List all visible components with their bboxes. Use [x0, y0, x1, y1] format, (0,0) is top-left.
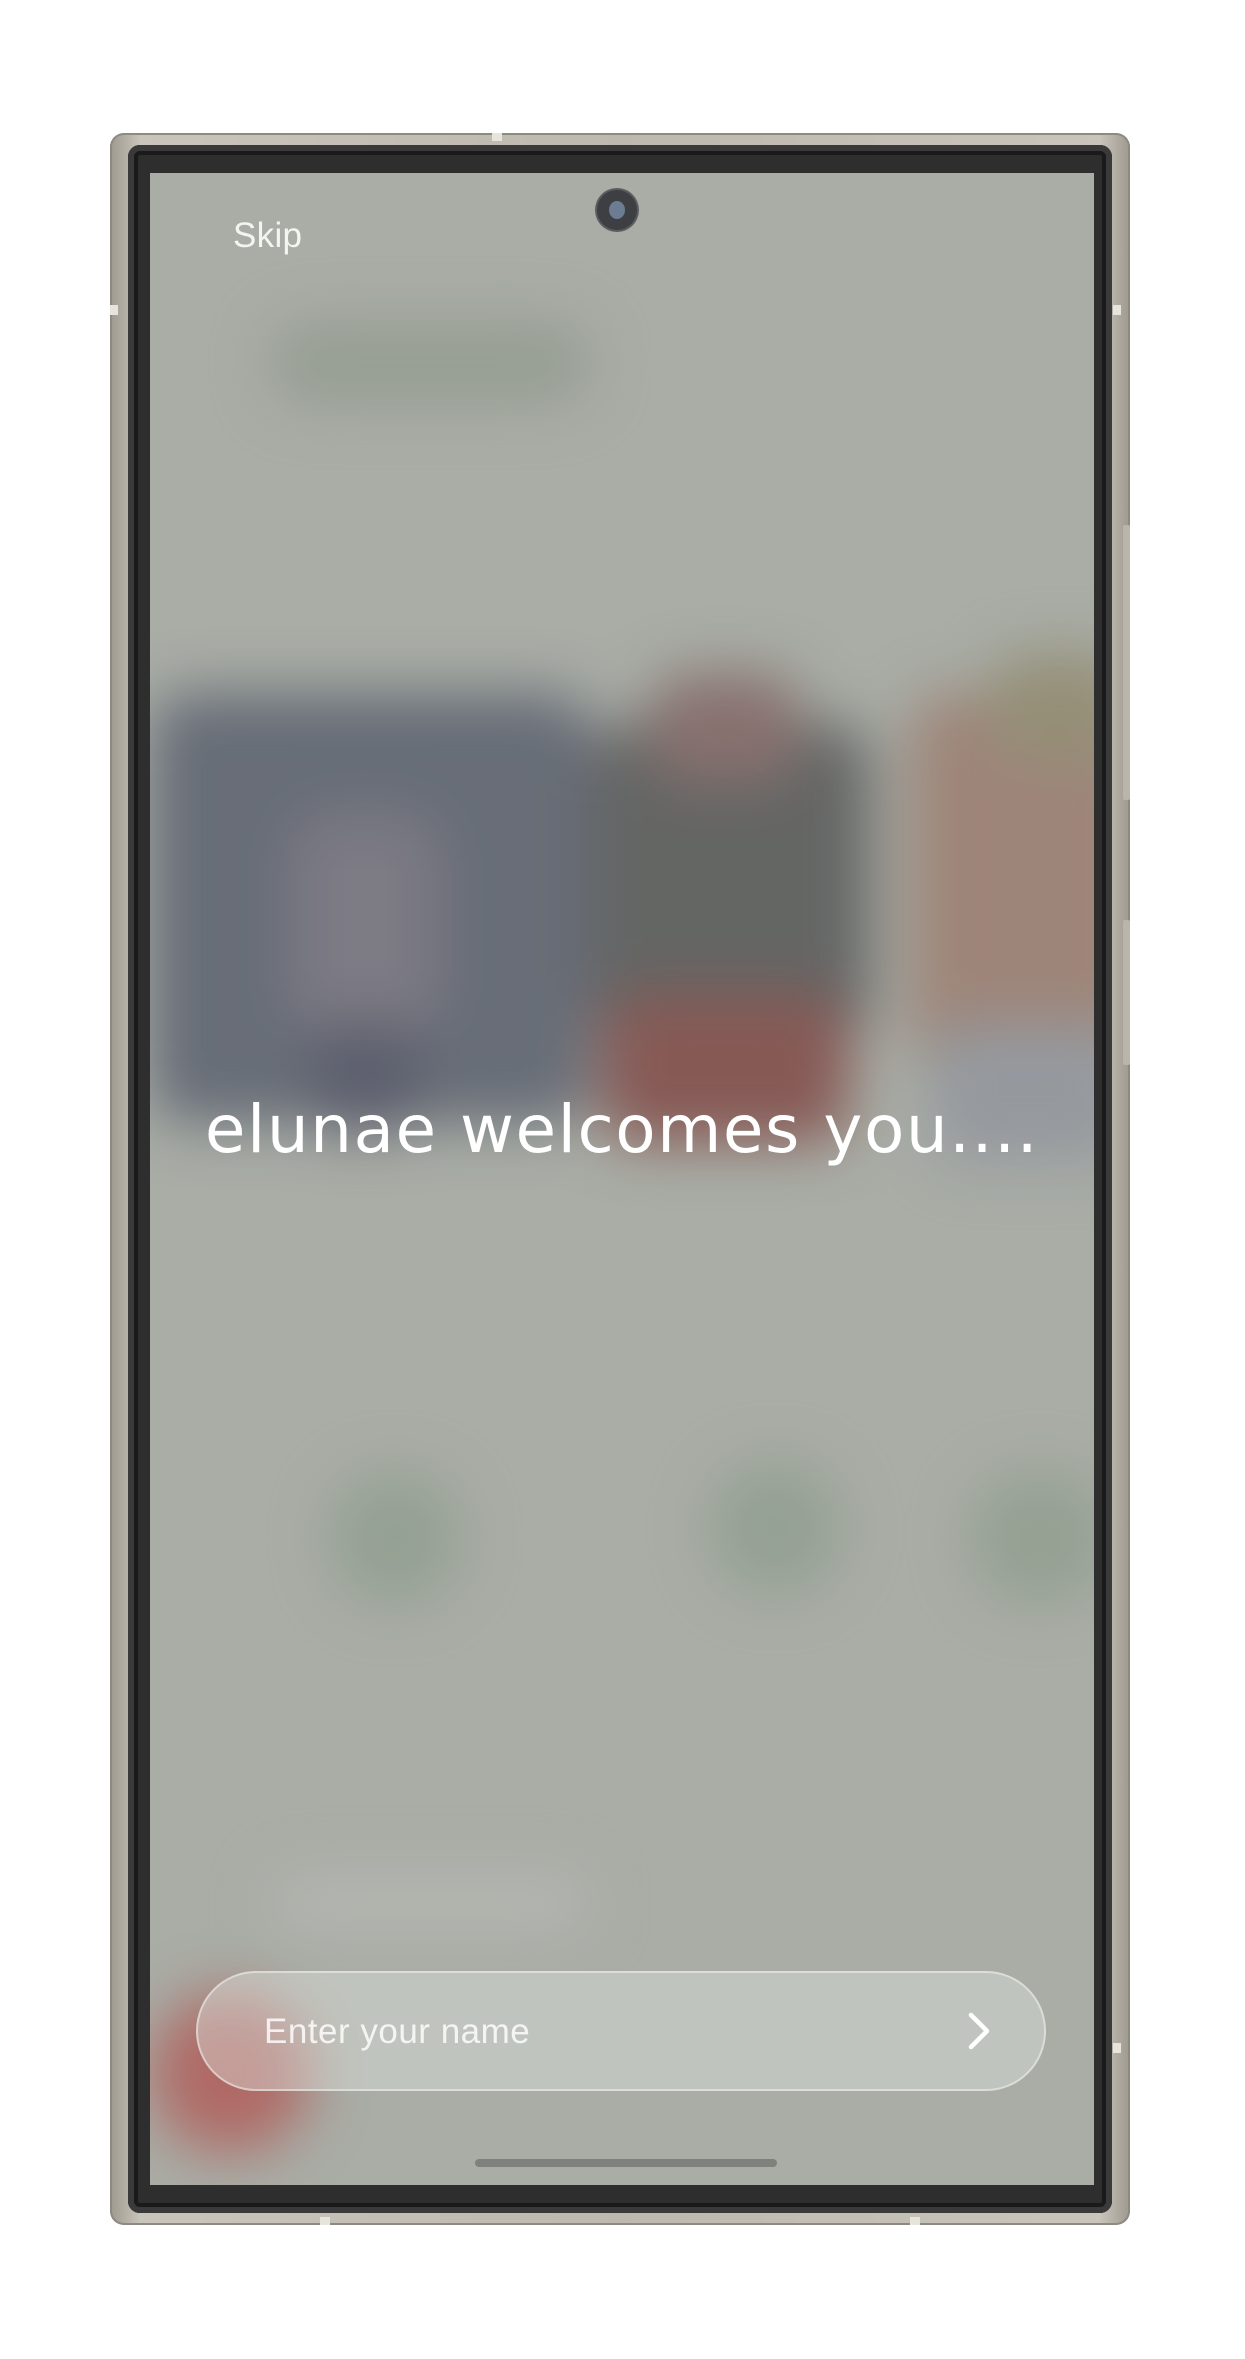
frame-seam: [492, 133, 502, 141]
app-screen: Skip elunae welcomes you....: [150, 173, 1094, 2185]
volume-button: [1123, 525, 1130, 800]
frame-seam: [110, 305, 118, 315]
name-input[interactable]: [262, 1973, 906, 2091]
camera-lens: [609, 201, 625, 219]
frame-seam: [910, 2217, 920, 2225]
home-indicator[interactable]: [475, 2159, 777, 2167]
frame-seam: [1113, 2043, 1121, 2053]
front-camera-icon: [597, 190, 637, 230]
power-button: [1123, 920, 1130, 1065]
chevron-right-icon[interactable]: [956, 2009, 1000, 2053]
device-mockup: Skip elunae welcomes you....: [0, 0, 1245, 2359]
name-input-bar: [196, 1971, 1046, 2091]
frame-seam: [1113, 305, 1121, 315]
screen-overlay: [150, 173, 1094, 2185]
skip-button[interactable]: Skip: [233, 216, 302, 256]
frame-seam: [320, 2217, 330, 2225]
welcome-heading: elunae welcomes you....: [204, 1091, 1040, 1168]
